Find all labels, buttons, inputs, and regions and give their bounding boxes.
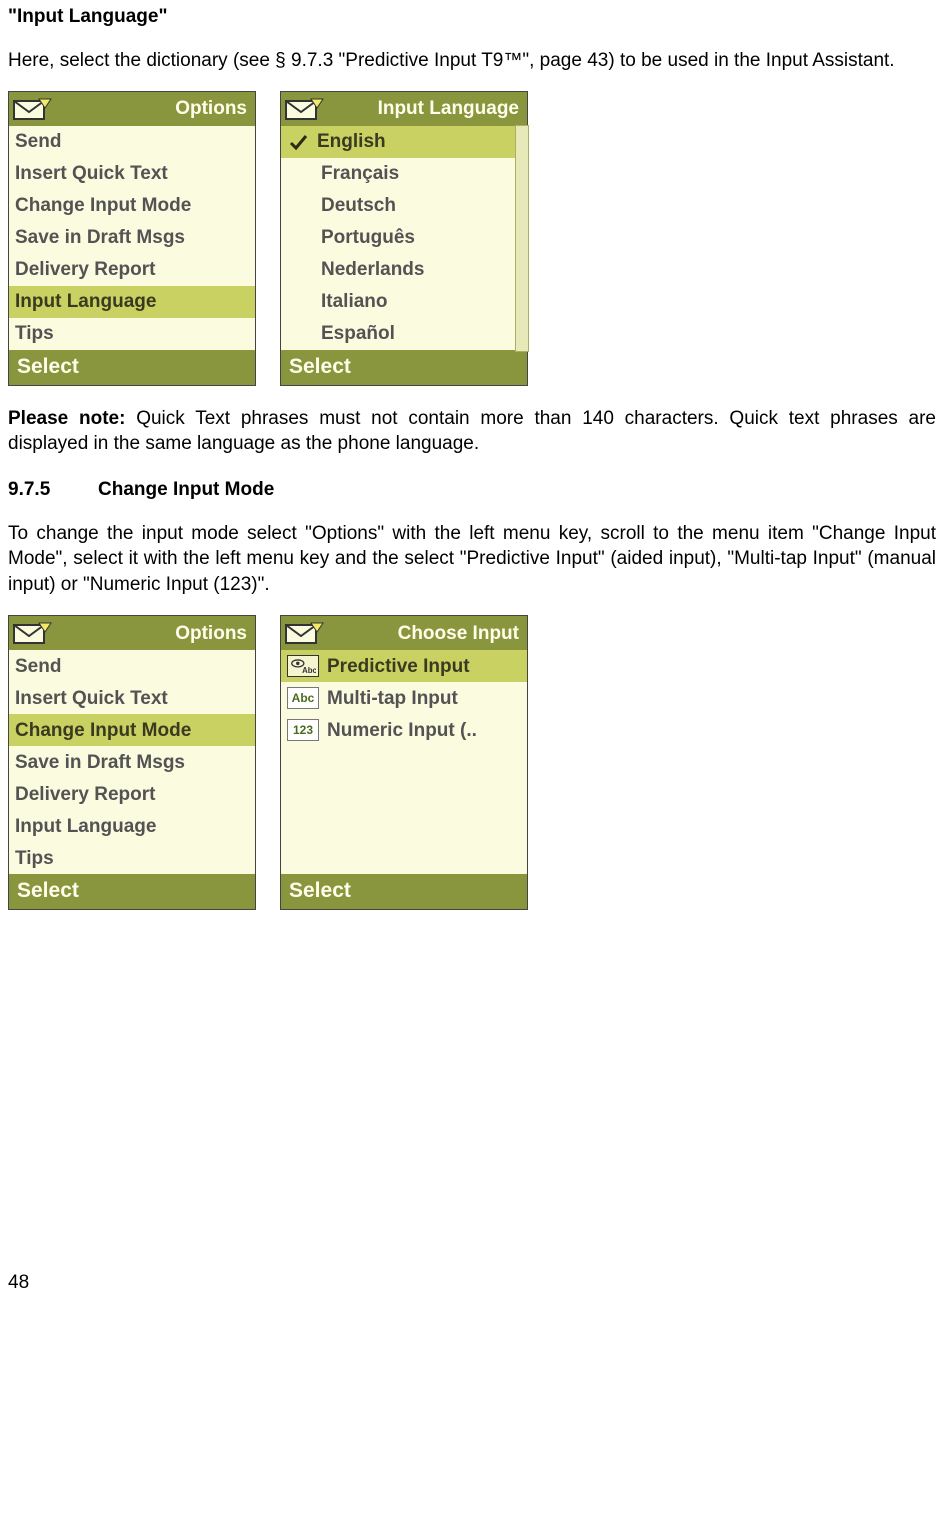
input-mode-label: Multi-tap Input — [327, 686, 458, 712]
language-item[interactable]: Italiano — [281, 286, 527, 318]
section-heading: 9.7.5Change Input Mode — [8, 477, 936, 503]
screen-title: Choose Input — [281, 616, 527, 650]
screen-title: Input Language — [281, 92, 527, 126]
input-mode-item[interactable]: Abc Predictive Input — [281, 650, 527, 682]
menu-item-label: Change Input Mode — [15, 718, 191, 744]
menu-item[interactable]: Input Language — [9, 810, 255, 842]
menu-item-label: Save in Draft Msgs — [15, 225, 185, 251]
language-item-label: Deutsch — [321, 193, 396, 219]
menu-item[interactable]: Change Input Mode — [9, 190, 255, 222]
input-mode-label: Numeric Input (.. — [327, 718, 477, 744]
language-item-label: Español — [321, 321, 395, 347]
screenshots-row-1: Options Send Insert Quick Text Change Inpu… — [8, 91, 936, 385]
screen-body: Send Insert Quick Text Change Input Mode Sa… — [9, 126, 255, 350]
empty-row — [281, 810, 527, 842]
language-item[interactable]: Deutsch — [281, 190, 527, 222]
menu-item-label: Save in Draft Msgs — [15, 750, 185, 776]
note-label: Please note: — [8, 408, 125, 429]
heading-input-language: "Input Language" — [8, 4, 936, 30]
section-paragraph: To change the input mode select "Options… — [8, 521, 936, 598]
page-number: 48 — [8, 1270, 936, 1296]
language-item[interactable]: English — [281, 126, 527, 158]
menu-item[interactable]: Tips — [9, 318, 255, 350]
screen-title-text: Options — [175, 96, 247, 122]
menu-item-label: Insert Quick Text — [15, 686, 168, 712]
menu-item-label: Delivery Report — [15, 257, 155, 283]
language-item-label: Italiano — [321, 289, 388, 315]
note-body: Quick Text phrases must not contain more… — [8, 408, 936, 455]
language-item[interactable]: Nederlands — [281, 254, 527, 286]
input-mode-item[interactable]: Abc Multi-tap Input — [281, 682, 527, 714]
phone-screen-options-2: Options Send Insert Quick Text Change Inpu… — [8, 615, 256, 909]
envelope-icon — [13, 96, 53, 122]
phone-screen-choose-input: Choose Input Abc Predictive Input Abc Multi… — [280, 615, 528, 909]
softkey-select[interactable]: Select — [281, 874, 527, 908]
screen-title: Options — [9, 92, 255, 126]
screen-body: Send Insert Quick Text Change Input Mode Sa… — [9, 650, 255, 874]
menu-item-label: Input Language — [15, 289, 156, 315]
menu-item[interactable]: Save in Draft Msgs — [9, 746, 255, 778]
menu-item-label: Send — [15, 129, 61, 155]
language-item[interactable]: Français — [281, 158, 527, 190]
check-icon — [287, 132, 309, 152]
menu-item-label: Input Language — [15, 814, 156, 840]
empty-row — [281, 842, 527, 874]
input-mode-label: Predictive Input — [327, 654, 470, 680]
input-mode-icon: Abc — [287, 655, 319, 677]
screen-title-text: Choose Input — [398, 621, 519, 647]
intro-paragraph: Here, select the dictionary (see § 9.7.3… — [8, 48, 936, 74]
phone-screen-options-1: Options Send Insert Quick Text Change Inpu… — [8, 91, 256, 385]
empty-row — [281, 778, 527, 810]
menu-item-label: Delivery Report — [15, 782, 155, 808]
screenshots-row-2: Options Send Insert Quick Text Change Inpu… — [8, 615, 936, 909]
input-mode-icon: Abc — [287, 687, 319, 709]
section-number: 9.7.5 — [8, 477, 98, 503]
softkey-select[interactable]: Select — [9, 350, 255, 384]
envelope-icon — [285, 620, 325, 646]
language-item-label: Português — [321, 225, 415, 251]
menu-item-label: Tips — [15, 321, 54, 347]
screen-title-text: Options — [175, 621, 247, 647]
menu-item[interactable]: Input Language — [9, 286, 255, 318]
screen-title-text: Input Language — [378, 96, 519, 122]
input-mode-icon: 123 — [287, 719, 319, 741]
section-title: Change Input Mode — [98, 479, 274, 500]
svg-text:Abc: Abc — [302, 666, 316, 675]
language-item-label: Nederlands — [321, 257, 424, 283]
menu-item[interactable]: Insert Quick Text — [9, 682, 255, 714]
screen-body: English Français Deutsch Português Nederland… — [281, 126, 527, 350]
screen-title: Options — [9, 616, 255, 650]
language-item-label: English — [317, 129, 386, 155]
menu-item-label: Change Input Mode — [15, 193, 191, 219]
menu-item[interactable]: Tips — [9, 842, 255, 874]
menu-item-label: Insert Quick Text — [15, 161, 168, 187]
softkey-select[interactable]: Select — [9, 874, 255, 908]
menu-item[interactable]: Save in Draft Msgs — [9, 222, 255, 254]
screen-body: AbcPredictive InputAbcMulti-tap Input123… — [281, 650, 527, 874]
language-item[interactable]: Español — [281, 318, 527, 350]
menu-item[interactable]: Delivery Report — [9, 778, 255, 810]
menu-item[interactable]: Change Input Mode — [9, 714, 255, 746]
envelope-icon — [13, 620, 53, 646]
note-paragraph: Please note: Quick Text phrases must not… — [8, 406, 936, 457]
menu-item[interactable]: Send — [9, 126, 255, 158]
menu-item[interactable]: Insert Quick Text — [9, 158, 255, 190]
menu-item-label: Send — [15, 654, 61, 680]
phone-screen-input-language: Input Language English Français Deutsch Por… — [280, 91, 528, 385]
envelope-icon — [285, 96, 325, 122]
menu-item-label: Tips — [15, 846, 54, 872]
menu-item[interactable]: Delivery Report — [9, 254, 255, 286]
menu-item[interactable]: Send — [9, 650, 255, 682]
language-item-label: Français — [321, 161, 399, 187]
softkey-select[interactable]: Select — [281, 350, 527, 384]
empty-row — [281, 746, 527, 778]
scrollbar[interactable] — [515, 125, 529, 351]
language-item[interactable]: Português — [281, 222, 527, 254]
input-mode-item[interactable]: 123 Numeric Input (.. — [281, 714, 527, 746]
